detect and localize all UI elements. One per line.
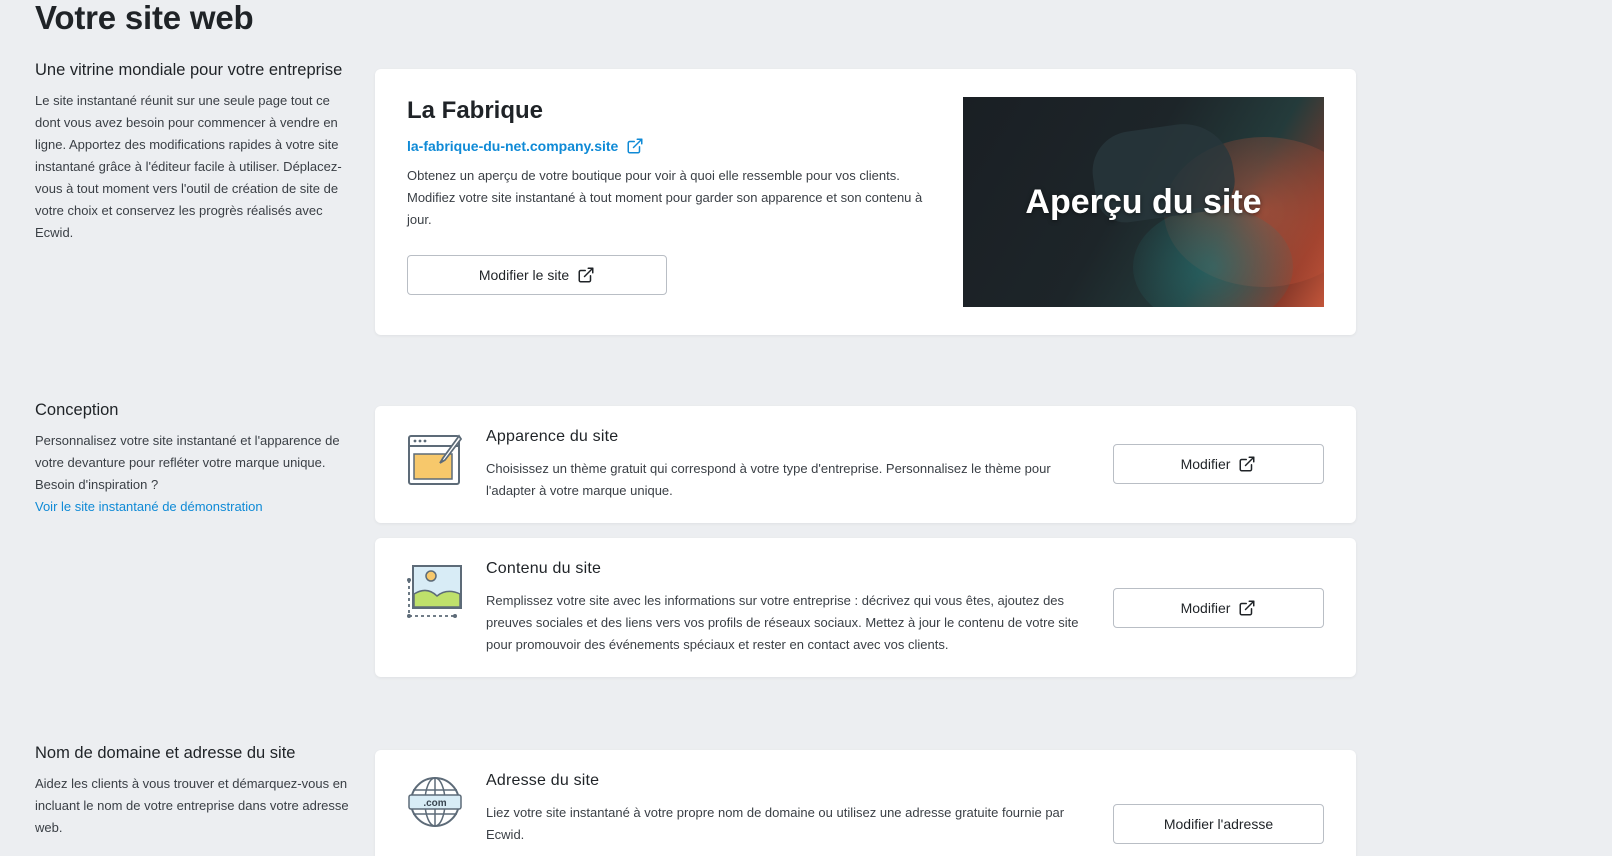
store-name: La Fabrique xyxy=(407,97,544,124)
button-label: Modifier xyxy=(1180,600,1231,616)
section-domain: Nom de domaine et adresse du site Aidez … xyxy=(35,741,353,839)
globe-domain-icon: .com xyxy=(408,777,462,827)
edit-address-button[interactable]: Modifier l'adresse xyxy=(1113,804,1324,844)
item-description: Choisissez un thème gratuit qui correspo… xyxy=(486,461,1051,498)
section-text: Aidez les clients à vous trouver et déma… xyxy=(35,776,349,835)
page-title: Votre site web xyxy=(35,0,254,36)
section-heading: Nom de domaine et adresse du site xyxy=(35,744,296,762)
section-text: Le site instantané réunit sur une seule … xyxy=(35,93,342,240)
edit-site-label: Modifier le site xyxy=(478,267,570,283)
design-window-icon xyxy=(408,434,463,485)
section-text: Personnalisez votre site instantané et l… xyxy=(35,433,340,492)
edit-appearance-button[interactable]: Modifier xyxy=(1113,444,1324,484)
site-preview-image[interactable]: Aperçu du site xyxy=(963,97,1324,307)
appearance-card: Apparence du site Choisissez un thème gr… xyxy=(375,406,1356,523)
external-link-icon xyxy=(1239,456,1255,472)
domain-icon-text: .com xyxy=(423,798,446,809)
address-card: .com Adresse du site Liez votre site ins… xyxy=(375,750,1356,856)
section-design: Conception Personnalisez votre site inst… xyxy=(35,398,353,518)
image-content-icon xyxy=(407,565,462,618)
item-title: Apparence du site xyxy=(486,428,619,445)
external-link-icon xyxy=(1239,600,1255,616)
section-heading: Conception xyxy=(35,401,119,419)
external-link-icon xyxy=(578,267,594,283)
item-title: Adresse du site xyxy=(486,772,600,789)
item-description: Liez votre site instantané à votre propr… xyxy=(486,805,1065,842)
button-label: Modifier l'adresse xyxy=(1163,816,1274,832)
content-card: Contenu du site Remplissez votre site av… xyxy=(375,538,1356,677)
demo-site-link[interactable]: Voir le site instantané de démonstration xyxy=(35,496,353,518)
item-description: Remplissez votre site avec les informati… xyxy=(486,593,1079,652)
item-title: Contenu du site xyxy=(486,560,602,577)
edit-site-button[interactable]: Modifier le site xyxy=(407,255,667,295)
store-url-link[interactable]: la-fabrique-du-net.company.site xyxy=(407,137,644,155)
edit-content-button[interactable]: Modifier xyxy=(1113,588,1324,628)
external-link-icon xyxy=(627,138,643,154)
site-preview-label: Aperçu du site xyxy=(1025,182,1262,221)
section-heading: Une vitrine mondiale pour votre entrepri… xyxy=(35,61,343,79)
store-url-text: la-fabrique-du-net.company.site xyxy=(407,138,619,154)
section-intro: Une vitrine mondiale pour votre entrepri… xyxy=(35,58,353,244)
button-label: Modifier xyxy=(1180,456,1231,472)
store-description: Obtenez un aperçu de votre boutique pour… xyxy=(407,168,923,227)
store-card: La Fabrique la-fabrique-du-net.company.s… xyxy=(375,69,1356,335)
